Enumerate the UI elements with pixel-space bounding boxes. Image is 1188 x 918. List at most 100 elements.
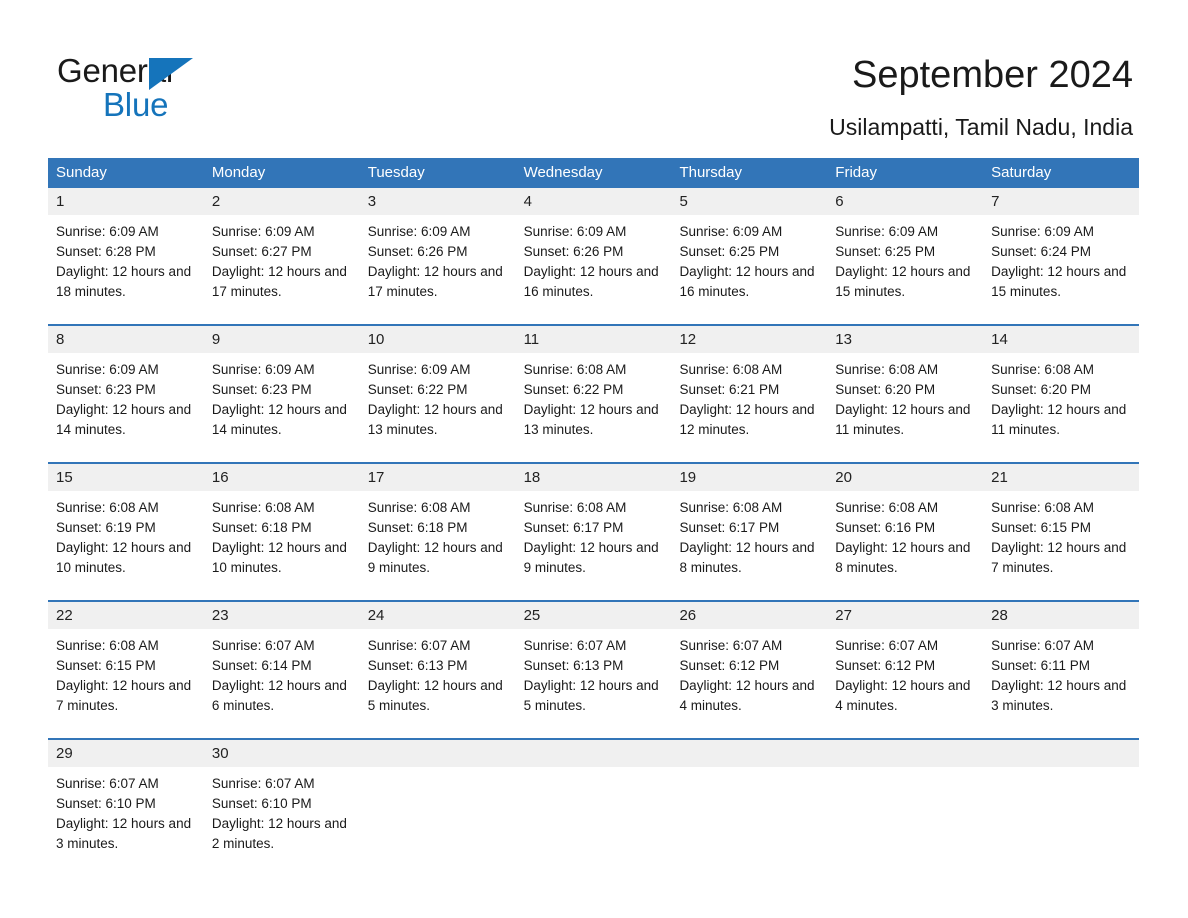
day-number[interactable]: 3	[360, 188, 516, 215]
date-number-band: 29 30	[48, 740, 1139, 767]
day-number[interactable]: 5	[671, 188, 827, 215]
day-detail-row: Sunrise: 6:08 AM Sunset: 6:15 PM Daylight:…	[48, 629, 1139, 716]
day-cell[interactable]: Sunrise: 6:09 AM Sunset: 6:26 PM Daylight:…	[516, 215, 672, 302]
sunrise-text: Sunrise: 6:08 AM	[679, 500, 783, 515]
sunrise-text: Sunrise: 6:07 AM	[56, 776, 159, 791]
day-cell[interactable]: Sunrise: 6:08 AM Sunset: 6:15 PM Daylight:…	[983, 491, 1139, 578]
weekday-header-friday: Friday	[835, 164, 877, 181]
sunrise-text: Sunrise: 6:08 AM	[835, 362, 939, 377]
day-cell[interactable]: Sunrise: 6:07 AM Sunset: 6:13 PM Daylight:…	[516, 629, 672, 716]
daylight-text: Daylight: 12 hours and 15 minutes.	[991, 264, 1127, 299]
day-number[interactable]: 9	[204, 326, 360, 353]
day-cell[interactable]: Sunrise: 6:08 AM Sunset: 6:20 PM Daylight:…	[827, 353, 983, 440]
daylight-text: Daylight: 12 hours and 11 minutes.	[835, 402, 971, 437]
daylight-text: Daylight: 12 hours and 11 minutes.	[991, 402, 1127, 437]
sunset-text: Sunset: 6:22 PM	[367, 382, 468, 397]
sunset-text: Sunset: 6:13 PM	[367, 658, 468, 673]
sunset-text: Sunset: 6:28 PM	[56, 244, 156, 259]
day-number[interactable]: 25	[516, 602, 672, 629]
sunset-text: Sunset: 6:14 PM	[211, 658, 312, 673]
day-number[interactable]: 29	[48, 740, 204, 767]
day-number[interactable]: 2	[204, 188, 360, 215]
general-blue-logo: General Blue	[57, 52, 317, 123]
day-cell[interactable]: Sunrise: 6:09 AM Sunset: 6:23 PM Daylight:…	[48, 353, 204, 440]
day-number[interactable]: 19	[671, 464, 827, 491]
calendar-grid: Sunday Monday Tuesday Wednesday Thursday Frid…	[48, 158, 1139, 854]
sunrise-text: Sunrise: 6:07 AM	[523, 638, 627, 653]
daylight-text: Daylight: 12 hours and 14 minutes.	[56, 402, 192, 437]
daylight-text: Daylight: 12 hours and 8 minutes.	[835, 540, 971, 575]
day-cell[interactable]: Sunrise: 6:08 AM Sunset: 6:16 PM Daylight:…	[827, 491, 983, 578]
day-number[interactable]: 10	[360, 326, 516, 353]
day-number[interactable]: 13	[827, 326, 983, 353]
day-number[interactable]: 18	[516, 464, 672, 491]
daylight-text: Daylight: 12 hours and 3 minutes.	[56, 816, 192, 851]
day-cell[interactable]: Sunrise: 6:07 AM Sunset: 6:13 PM Daylight:…	[360, 629, 516, 716]
daylight-text: Daylight: 12 hours and 14 minutes.	[211, 402, 347, 437]
day-cell[interactable]: Sunrise: 6:09 AM Sunset: 6:25 PM Daylight:…	[671, 215, 827, 302]
weekday-header-monday: Monday	[211, 164, 266, 181]
day-cell[interactable]: Sunrise: 6:08 AM Sunset: 6:18 PM Daylight:…	[204, 491, 360, 578]
day-cell[interactable]: Sunrise: 6:07 AM Sunset: 6:12 PM Daylight:…	[827, 629, 983, 716]
day-number[interactable]: 17	[360, 464, 516, 491]
day-number[interactable]: 7	[983, 188, 1139, 215]
day-cell[interactable]: Sunrise: 6:08 AM Sunset: 6:15 PM Daylight:…	[48, 629, 204, 716]
day-cell[interactable]: Sunrise: 6:07 AM Sunset: 6:14 PM Daylight:…	[204, 629, 360, 716]
sunrise-text: Sunrise: 6:08 AM	[991, 362, 1094, 377]
day-cell[interactable]: Sunrise: 6:08 AM Sunset: 6:20 PM Daylight:…	[983, 353, 1139, 440]
sunset-text: Sunset: 6:23 PM	[56, 382, 156, 397]
day-number[interactable]: 20	[827, 464, 983, 491]
day-cell[interactable]: Sunrise: 6:07 AM Sunset: 6:10 PM Daylight:…	[204, 767, 360, 854]
day-number[interactable]: 8	[48, 326, 204, 353]
daylight-text: Daylight: 12 hours and 15 minutes.	[835, 264, 971, 299]
day-cell[interactable]: Sunrise: 6:08 AM Sunset: 6:17 PM Daylight:…	[671, 491, 827, 578]
calendar-week-row: 29 30 Sunrise: 6:07 AM Sunset: 6:10 PM Dayli…	[48, 716, 1139, 854]
day-cell[interactable]: Sunrise: 6:09 AM Sunset: 6:22 PM Daylight:…	[360, 353, 516, 440]
day-number[interactable]: 12	[671, 326, 827, 353]
day-cell[interactable]: Sunrise: 6:09 AM Sunset: 6:28 PM Daylight:…	[48, 215, 204, 302]
day-cell[interactable]: Sunrise: 6:08 AM Sunset: 6:22 PM Daylight:…	[516, 353, 672, 440]
day-cell[interactable]: Sunrise: 6:07 AM Sunset: 6:10 PM Daylight:…	[48, 767, 204, 854]
day-cell[interactable]: Sunrise: 6:09 AM Sunset: 6:27 PM Daylight:…	[204, 215, 360, 302]
day-detail-row: Sunrise: 6:08 AM Sunset: 6:19 PM Daylight:…	[48, 491, 1139, 578]
daylight-text: Daylight: 12 hours and 4 minutes.	[835, 678, 971, 713]
day-number[interactable]: 14	[983, 326, 1139, 353]
day-number[interactable]: 21	[983, 464, 1139, 491]
day-cell[interactable]: Sunrise: 6:08 AM Sunset: 6:21 PM Daylight:…	[671, 353, 827, 440]
day-number[interactable]: 30	[204, 740, 360, 767]
day-cell[interactable]: Sunrise: 6:09 AM Sunset: 6:23 PM Daylight:…	[204, 353, 360, 440]
daylight-text: Daylight: 12 hours and 8 minutes.	[679, 540, 815, 575]
day-number[interactable]: 26	[671, 602, 827, 629]
calendar-week-row: 1 2 3 4 5 6 7 Sunrise: 6:09 AM Sunset: 6:28 PM Da…	[48, 188, 1139, 302]
day-number[interactable]: 27	[827, 602, 983, 629]
daylight-text: Daylight: 12 hours and 18 minutes.	[56, 264, 192, 299]
sunrise-text: Sunrise: 6:08 AM	[991, 500, 1094, 515]
day-cell[interactable]: Sunrise: 6:08 AM Sunset: 6:19 PM Daylight:…	[48, 491, 204, 578]
day-number[interactable]: 11	[516, 326, 672, 353]
daylight-text: Daylight: 12 hours and 13 minutes.	[523, 402, 659, 437]
day-number[interactable]: 15	[48, 464, 204, 491]
day-cell[interactable]: Sunrise: 6:09 AM Sunset: 6:24 PM Daylight:…	[983, 215, 1139, 302]
day-cell[interactable]: Sunrise: 6:07 AM Sunset: 6:12 PM Daylight:…	[671, 629, 827, 716]
day-number[interactable]: 28	[983, 602, 1139, 629]
day-cell[interactable]: Sunrise: 6:09 AM Sunset: 6:25 PM Daylight:…	[827, 215, 983, 302]
weekday-header-row: Sunday Monday Tuesday Wednesday Thursday Frid…	[48, 158, 1139, 188]
sunrise-text: Sunrise: 6:08 AM	[56, 638, 159, 653]
sunrise-text: Sunrise: 6:08 AM	[523, 500, 627, 515]
daylight-text: Daylight: 12 hours and 13 minutes.	[367, 402, 503, 437]
day-cell[interactable]: Sunrise: 6:08 AM Sunset: 6:18 PM Daylight:…	[360, 491, 516, 578]
sunrise-text: Sunrise: 6:07 AM	[991, 638, 1094, 653]
day-number[interactable]: 22	[48, 602, 204, 629]
day-cell[interactable]: Sunrise: 6:07 AM Sunset: 6:11 PM Daylight:…	[983, 629, 1139, 716]
day-number[interactable]: 6	[827, 188, 983, 215]
day-cell[interactable]: Sunrise: 6:08 AM Sunset: 6:17 PM Daylight:…	[516, 491, 672, 578]
day-number[interactable]: 24	[360, 602, 516, 629]
day-number[interactable]: 23	[204, 602, 360, 629]
daylight-text: Daylight: 12 hours and 7 minutes.	[991, 540, 1127, 575]
day-cell[interactable]: Sunrise: 6:09 AM Sunset: 6:26 PM Daylight:…	[360, 215, 516, 302]
date-number-band: 1234567	[48, 188, 1139, 215]
day-number[interactable]: 16	[204, 464, 360, 491]
weekday-header-thursday: Thursday	[679, 164, 742, 181]
day-number[interactable]: 1	[48, 188, 204, 215]
day-number[interactable]: 4	[516, 188, 672, 215]
